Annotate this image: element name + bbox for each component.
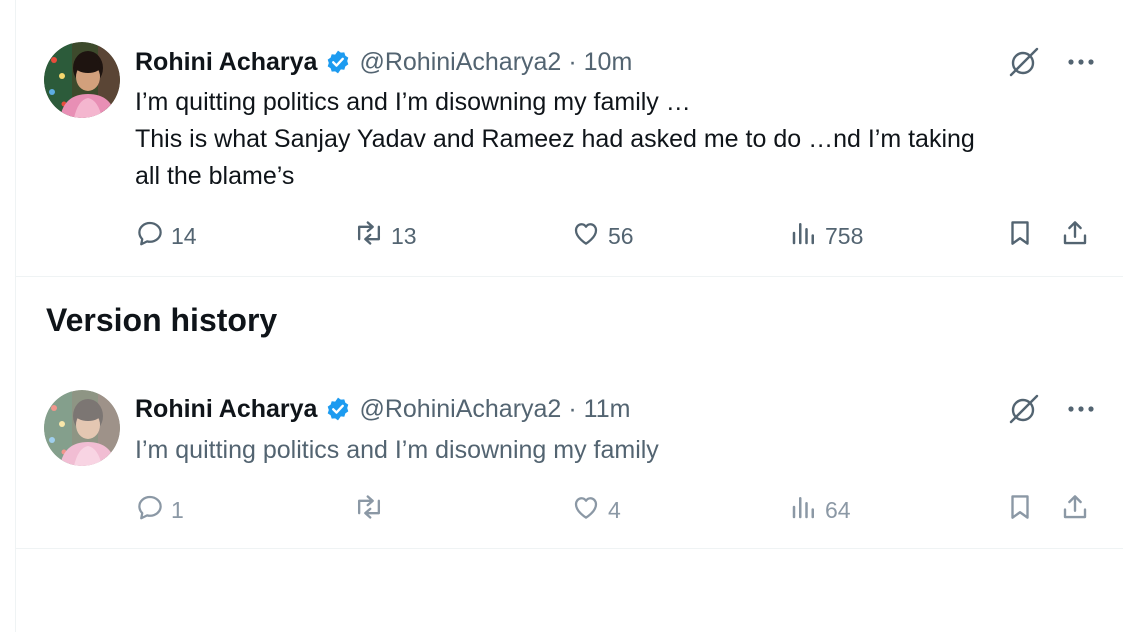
bookmark-button[interactable] bbox=[1005, 218, 1035, 254]
share-button[interactable] bbox=[1060, 218, 1090, 254]
reply-button[interactable]: 14 bbox=[135, 218, 197, 254]
repost-button[interactable] bbox=[353, 492, 391, 528]
more-icon[interactable] bbox=[1067, 57, 1095, 67]
post-timestamp[interactable]: 11m bbox=[584, 395, 631, 424]
views-button[interactable]: 64 bbox=[789, 492, 851, 528]
like-icon bbox=[570, 492, 602, 528]
views-count: 758 bbox=[825, 222, 864, 249]
separator-dot: · bbox=[568, 47, 577, 76]
views-icon bbox=[789, 218, 819, 254]
views-button[interactable]: 758 bbox=[789, 218, 863, 254]
share-icon bbox=[1060, 492, 1090, 528]
repost-count: 13 bbox=[391, 222, 417, 249]
post-action-bar: 14 13 56 758 bbox=[135, 218, 1111, 254]
post-timestamp[interactable]: 10m bbox=[584, 48, 633, 77]
share-icon bbox=[1060, 218, 1090, 254]
divider bbox=[16, 276, 1123, 277]
divider bbox=[16, 548, 1123, 549]
post-top-actions bbox=[1007, 391, 1095, 427]
grok-icon[interactable] bbox=[1007, 45, 1041, 79]
grok-icon[interactable] bbox=[1007, 392, 1041, 426]
author-handle[interactable]: @RohiniAcharya2 bbox=[359, 48, 561, 77]
version-history-post[interactable]: Rohini Acharya @RohiniAcharya2 · 11m I’m… bbox=[16, 372, 1123, 548]
post-text-line: I’m quitting politics and I’m disowning … bbox=[135, 436, 659, 464]
verified-badge-icon bbox=[325, 396, 351, 422]
reply-count: 1 bbox=[171, 496, 184, 523]
current-post[interactable]: Rohini Acharya @RohiniAcharya2 · 10m I’m… bbox=[16, 0, 1123, 276]
bookmark-icon bbox=[1005, 492, 1035, 528]
bookmark-button[interactable] bbox=[1005, 492, 1035, 528]
post-text-line: This is what Sanjay Yadav and Rameez had… bbox=[135, 125, 975, 153]
separator-dot: · bbox=[568, 394, 577, 423]
reply-count: 14 bbox=[171, 222, 197, 249]
author-handle[interactable]: @RohiniAcharya2 bbox=[359, 395, 561, 424]
author-name[interactable]: Rohini Acharya bbox=[135, 395, 317, 424]
views-count: 64 bbox=[825, 496, 851, 523]
post-header: Rohini Acharya @RohiniAcharya2 · 10m bbox=[135, 44, 632, 80]
post-action-bar: 1 4 64 bbox=[135, 492, 1111, 528]
post-text: I’m quitting politics and I’m disowning … bbox=[135, 432, 1095, 469]
like-count: 4 bbox=[608, 496, 621, 523]
reply-icon bbox=[135, 218, 165, 254]
post-text: I’m quitting politics and I’m disowning … bbox=[135, 84, 1095, 195]
verified-badge-icon bbox=[325, 49, 351, 75]
share-button[interactable] bbox=[1060, 492, 1090, 528]
author-name[interactable]: Rohini Acharya bbox=[135, 48, 317, 77]
repost-icon bbox=[353, 492, 385, 528]
post-text-line: all the blame’s bbox=[135, 162, 295, 190]
section-title: Version history bbox=[46, 302, 278, 338]
reply-button[interactable]: 1 bbox=[135, 492, 184, 528]
like-button[interactable]: 4 bbox=[570, 492, 621, 528]
bookmark-icon bbox=[1005, 218, 1035, 254]
reply-icon bbox=[135, 492, 165, 528]
post-text-line: I’m quitting politics and I’m disowning … bbox=[135, 88, 691, 116]
like-icon bbox=[570, 218, 602, 254]
post-top-actions bbox=[1007, 44, 1095, 80]
avatar[interactable] bbox=[44, 42, 120, 118]
like-count: 56 bbox=[608, 222, 634, 249]
avatar[interactable] bbox=[44, 390, 120, 466]
more-icon[interactable] bbox=[1067, 404, 1095, 414]
post-history-page: Rohini Acharya @RohiniAcharya2 · 10m I’m… bbox=[0, 0, 1123, 632]
like-button[interactable]: 56 bbox=[570, 218, 634, 254]
repost-button[interactable]: 13 bbox=[353, 218, 417, 254]
repost-icon bbox=[353, 218, 385, 254]
views-icon bbox=[789, 492, 819, 528]
post-header: Rohini Acharya @RohiniAcharya2 · 11m bbox=[135, 391, 630, 427]
